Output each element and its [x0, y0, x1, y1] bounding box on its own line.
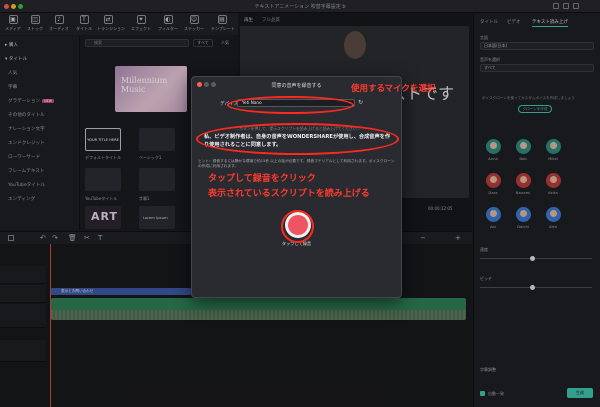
annotation-read-script: 表示されているスクリプトを読み上げる [208, 189, 370, 199]
mic-highlight-ring [227, 96, 354, 114]
annotation-select-mic: 使用するマイクを選択 [351, 84, 436, 94]
recording-hint: ヒント：録音するには静かな環境で約15秒 以上の話が必要です。録音マテリアルとし… [198, 159, 395, 168]
refresh-icon[interactable]: ↻ [358, 99, 363, 106]
record-highlight-ring [281, 210, 314, 243]
annotation-tap-record: タップして録音をクリック [208, 174, 316, 184]
script-highlight-ring [196, 123, 399, 155]
